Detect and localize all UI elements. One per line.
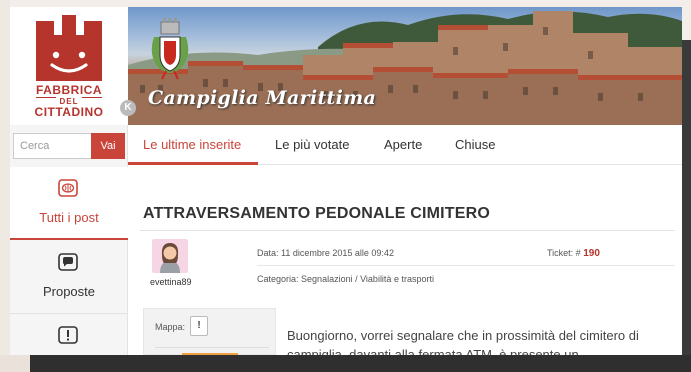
browser-page: FABBRICA DEL CITTADINO Campiglia Maritti… <box>10 7 682 355</box>
background-bottom-left <box>0 355 30 372</box>
post-title[interactable]: ATTRAVERSAMENTO PEDONALE CIMITERO <box>143 205 490 223</box>
speech-bubble-icon <box>58 253 78 271</box>
divider <box>155 347 269 348</box>
divider <box>140 230 675 231</box>
post-author[interactable]: evettina89 <box>150 277 192 287</box>
tab-open[interactable]: Aperte <box>384 125 422 165</box>
exclamation-icon <box>58 326 78 344</box>
post-date: Data: 11 dicembre 2015 alle 09:42 <box>257 248 394 258</box>
sidebar-item-all-posts[interactable]: Tutti i post <box>10 167 128 240</box>
background-left <box>0 0 10 372</box>
date-label: Data: <box>257 248 279 258</box>
sidebar: Vai Tutti i post Proposte <box>10 125 128 355</box>
ticket-number: 190 <box>583 248 600 259</box>
factory-face-icon <box>36 15 102 81</box>
post-body: Buongiorno, vorrei segnalare che in pros… <box>287 328 639 355</box>
brain-icon <box>58 179 78 197</box>
date-value: 11 dicembre 2015 alle 09:42 <box>281 248 394 258</box>
post-category: Categoria: Segnalazioni / Viabilità e tr… <box>257 274 434 284</box>
map-marker-icon[interactable]: ! <box>190 316 208 336</box>
search-button[interactable]: Vai <box>91 133 125 159</box>
search-input[interactable] <box>13 133 91 159</box>
category-label: Categoria: <box>257 274 299 284</box>
background-bottom <box>0 355 691 372</box>
search-form: Vai <box>10 133 128 161</box>
map-status-bar <box>182 353 238 355</box>
map-panel: Mappa: ! <box>143 308 276 355</box>
tab-closed[interactable]: Chiuse <box>455 125 495 165</box>
header: FABBRICA DEL CITTADINO Campiglia Maritti… <box>10 7 682 125</box>
tab-latest[interactable]: Le ultime inserite <box>143 125 241 165</box>
divider <box>257 265 675 266</box>
sidebar-item-label: Tutti i post <box>39 210 99 225</box>
map-label: Mappa: <box>155 322 186 332</box>
town-name-title: Campiglia Marittima <box>148 87 377 109</box>
sidebar-item-reports[interactable] <box>10 314 128 355</box>
active-tab-indicator <box>128 162 258 165</box>
sidebar-collapse-button[interactable]: K <box>120 100 136 116</box>
ticket-id: Ticket: # 190 <box>547 248 600 259</box>
user-avatar-icon <box>160 243 180 273</box>
sidebar-item-label: Proposte <box>42 284 96 299</box>
post-filter-tabs: Le ultime inserite Le più votate Aperte … <box>128 125 682 165</box>
site-logo[interactable]: FABBRICA DEL CITTADINO <box>10 7 128 125</box>
town-banner: Campiglia Marittima <box>128 7 682 125</box>
tab-most-voted[interactable]: Le più votate <box>275 125 349 165</box>
sidebar-item-proposals[interactable]: Proposte <box>10 241 128 314</box>
logo-text-line3: CITTADINO <box>34 105 104 119</box>
avatar[interactable] <box>152 239 188 273</box>
logo-text-line1: FABBRICA <box>36 83 102 97</box>
ticket-label: Ticket: # <box>547 248 581 258</box>
category-value[interactable]: Segnalazioni / Viabilità e trasporti <box>301 274 434 284</box>
